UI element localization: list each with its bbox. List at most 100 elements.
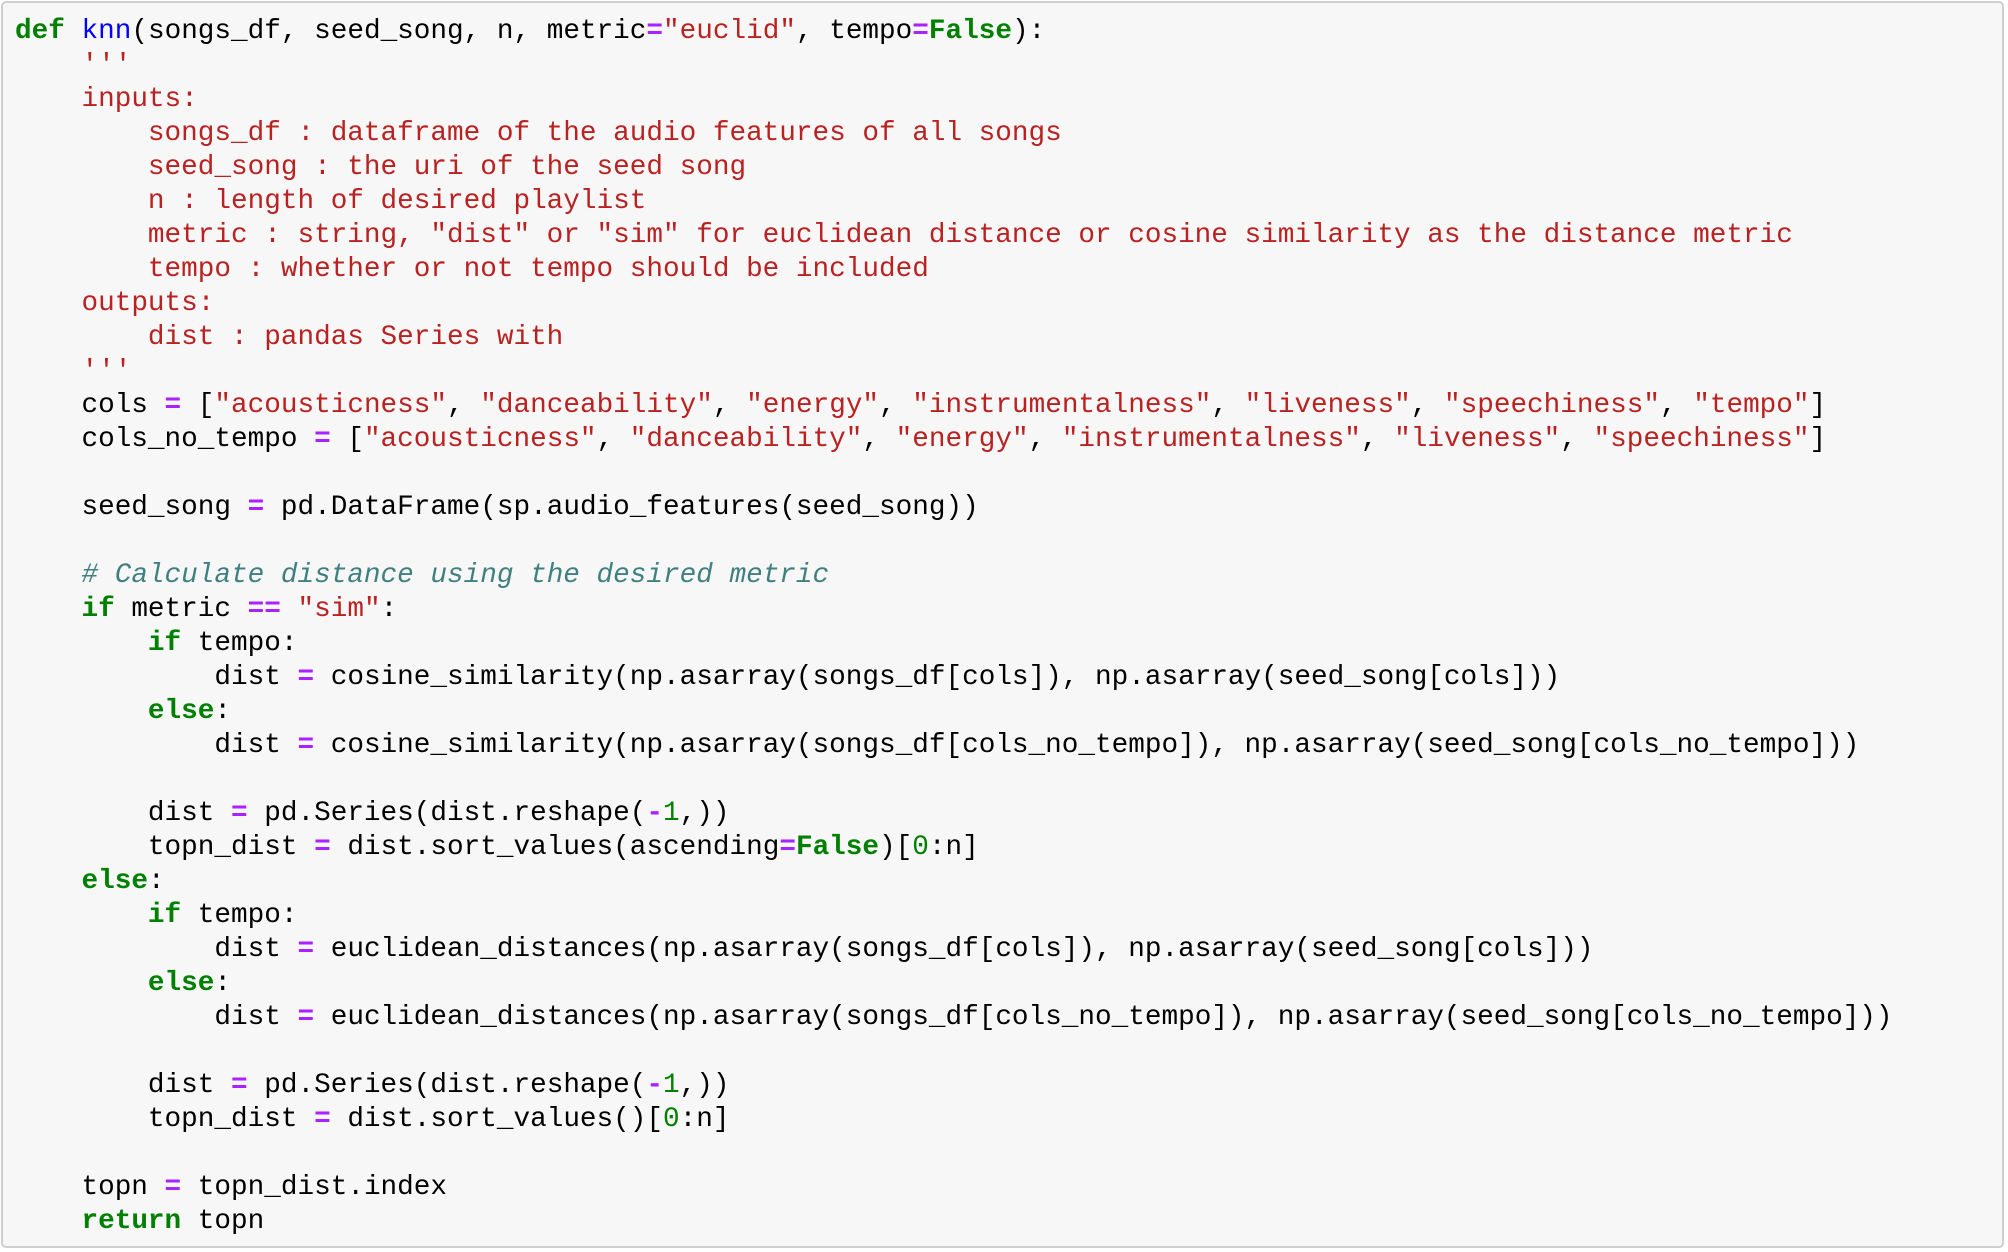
code-line[interactable] — [15, 457, 1893, 491]
code-token: , — [596, 424, 630, 455]
code-token: pd.Series(dist.reshape( — [247, 798, 647, 829]
code-token: (songs_df, seed_song, n, metric — [131, 16, 647, 47]
code-editor[interactable]: def knn(songs_df, seed_song, n, metric="… — [15, 15, 1893, 1239]
code-token: , — [447, 390, 481, 421]
keyword-token: def — [15, 16, 65, 47]
string-token: ''' — [81, 50, 132, 81]
code-line[interactable]: topn = topn_dist.index — [15, 1171, 1893, 1205]
code-line[interactable]: songs_df : dataframe of the audio featur… — [15, 117, 1893, 151]
code-cell[interactable]: def knn(songs_df, seed_song, n, metric="… — [1, 1, 2004, 1248]
code-token: ,)) — [679, 1070, 730, 1101]
operator-token: = — [231, 798, 248, 829]
code-token: ] — [1809, 424, 1827, 455]
code-line[interactable]: metric : string, "dist" or "sim" for euc… — [15, 219, 1893, 253]
code-token: dist — [15, 1002, 298, 1033]
code-line[interactable]: return topn — [15, 1205, 1893, 1239]
string-token: seed_song : the uri of the seed song — [147, 152, 747, 183]
string-token: tempo : whether or not tempo should be i… — [147, 254, 929, 285]
code-token: topn — [15, 1172, 165, 1203]
code-line[interactable]: ''' — [15, 49, 1893, 83]
keyword-token: False — [928, 16, 1012, 47]
string-token: metric : string, "dist" or "sim" for euc… — [147, 220, 1793, 251]
code-token: dist — [15, 798, 231, 829]
code-token: ,)) — [679, 798, 730, 829]
code-token: euclidean_distances(np.asarray(songs_df[… — [314, 934, 1594, 965]
number-token: 1 — [663, 798, 680, 829]
code-line[interactable]: dist : pandas Series with — [15, 321, 1893, 355]
code-line[interactable]: topn_dist = dist.sort_values()[0:n] — [15, 1103, 1893, 1137]
code-line[interactable]: dist = cosine_similarity(np.asarray(song… — [15, 729, 1893, 763]
string-token: "energy" — [895, 424, 1029, 455]
code-line[interactable]: dist = cosine_similarity(np.asarray(song… — [15, 661, 1893, 695]
code-line[interactable]: # Calculate distance using the desired m… — [15, 559, 1893, 593]
string-token: "acousticness" — [363, 424, 597, 455]
code-token: [ — [181, 390, 215, 421]
code-token: pd.Series(dist.reshape( — [247, 1070, 647, 1101]
code-token: : — [214, 968, 232, 999]
code-token: : — [380, 594, 398, 625]
code-line[interactable]: topn_dist = dist.sort_values(ascending=F… — [15, 831, 1893, 865]
code-line[interactable]: n : length of desired playlist — [15, 185, 1893, 219]
code-token: euclidean_distances(np.asarray(songs_df[… — [314, 1002, 1893, 1033]
code-token: metric — [114, 594, 248, 625]
code-token: , tempo — [795, 16, 913, 47]
code-token: topn_dist.index — [181, 1172, 448, 1203]
code-line[interactable]: dist = pd.Series(dist.reshape(-1,)) — [15, 1069, 1893, 1103]
string-token: "speechiness" — [1443, 390, 1660, 421]
keyword-token: else — [147, 968, 215, 999]
code-token: dist — [15, 662, 298, 693]
string-token: "tempo" — [1693, 390, 1810, 421]
code-token: cols — [15, 390, 165, 421]
code-token: , — [1410, 390, 1444, 421]
string-token: inputs: — [81, 84, 198, 115]
code-line[interactable]: dist = euclidean_distances(np.asarray(so… — [15, 933, 1893, 967]
string-token: ''' — [81, 356, 132, 387]
number-token: 0 — [663, 1104, 680, 1135]
code-line[interactable] — [15, 1137, 1893, 1171]
code-line[interactable]: if tempo: — [15, 627, 1893, 661]
code-line[interactable]: else: — [15, 695, 1893, 729]
operator-token: = — [297, 730, 315, 761]
code-line[interactable]: ''' — [15, 355, 1893, 389]
code-line[interactable]: else: — [15, 865, 1893, 899]
code-line[interactable]: if metric == "sim": — [15, 593, 1893, 627]
code-token: dist — [15, 934, 298, 965]
operator-token: == — [247, 594, 281, 625]
code-token: seed_song — [15, 492, 248, 523]
code-line[interactable]: seed_song = pd.DataFrame(sp.audio_featur… — [15, 491, 1893, 525]
code-line[interactable] — [15, 763, 1893, 797]
code-line[interactable] — [15, 1035, 1893, 1069]
code-line[interactable]: if tempo: — [15, 899, 1893, 933]
code-token: dist.sort_values()[ — [330, 1104, 664, 1135]
code-line[interactable]: def knn(songs_df, seed_song, n, metric="… — [15, 15, 1893, 49]
code-token: :n] — [928, 832, 979, 863]
operator-token: = — [164, 1172, 182, 1203]
code-line[interactable]: dist = euclidean_distances(np.asarray(so… — [15, 1001, 1893, 1035]
code-line[interactable]: inputs: — [15, 83, 1893, 117]
code-token: tempo: — [181, 900, 298, 931]
code-line[interactable] — [15, 525, 1893, 559]
code-token: : — [214, 696, 232, 727]
code-line[interactable]: dist = pd.Series(dist.reshape(-1,)) — [15, 797, 1893, 831]
code-token: , — [712, 390, 747, 421]
code-line[interactable]: else: — [15, 967, 1893, 1001]
code-token: topn — [181, 1206, 265, 1237]
string-token: "danceability" — [480, 390, 713, 421]
code-token: , — [1560, 424, 1594, 455]
code-line[interactable]: seed_song : the uri of the seed song — [15, 151, 1893, 185]
code-line[interactable]: cols_no_tempo = ["acousticness", "dancea… — [15, 423, 1893, 457]
string-token: "acousticness" — [214, 390, 448, 421]
code-token: : — [147, 866, 165, 897]
code-line[interactable]: cols = ["acousticness", "danceability", … — [15, 389, 1893, 423]
code-line[interactable]: outputs: — [15, 287, 1893, 321]
code-line[interactable]: tempo : whether or not tempo should be i… — [15, 253, 1893, 287]
